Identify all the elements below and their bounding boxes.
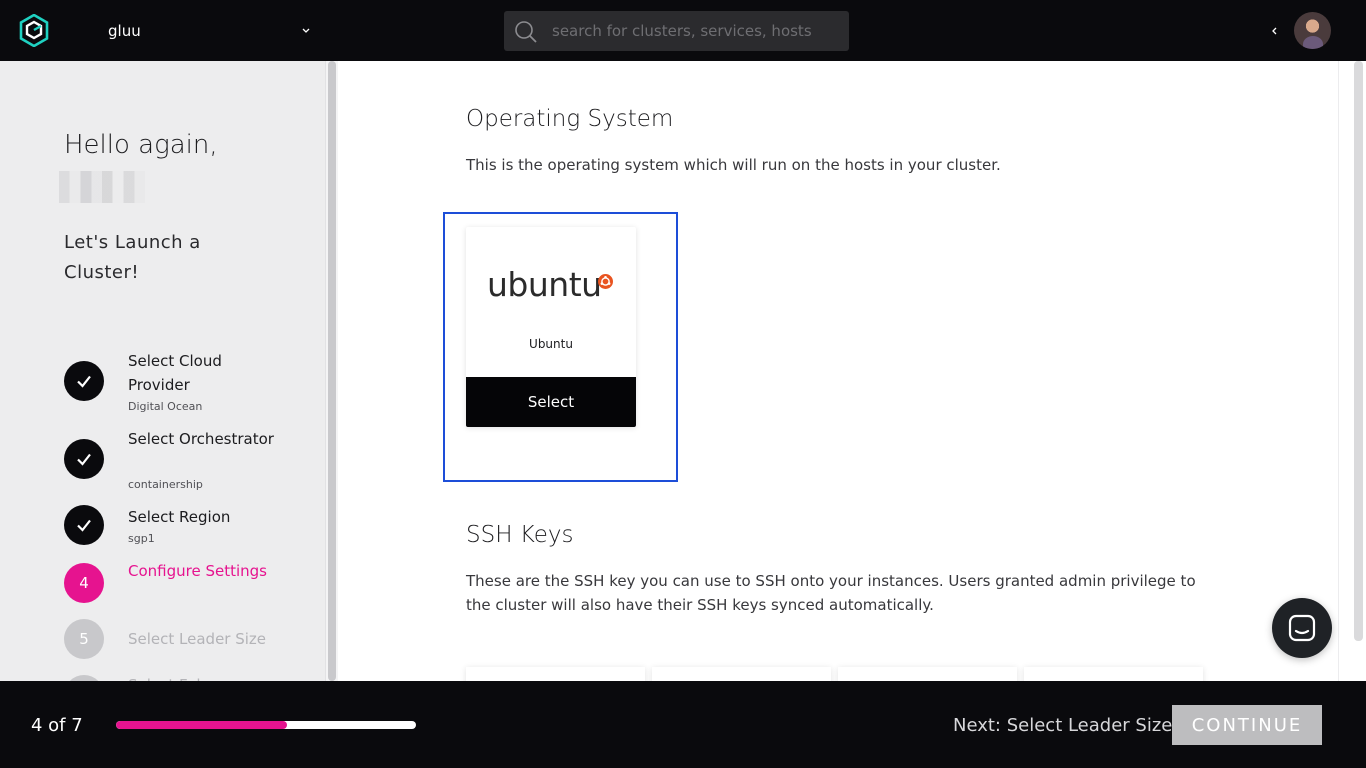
search-input[interactable] [552, 11, 842, 51]
chat-icon [1288, 614, 1316, 642]
wizard-progress-bar [116, 721, 416, 729]
step-subtitle: Digital Ocean [128, 400, 203, 413]
step-title: Select Cloud Provider [128, 352, 222, 394]
step-title: Configure Settings [128, 562, 267, 580]
ssh-key-card[interactable] [1024, 667, 1203, 681]
ssh-key-card[interactable] [466, 667, 645, 681]
os-option-card-ubuntu[interactable]: ubuntu Ubuntu Select [466, 227, 636, 427]
select-ubuntu-button[interactable]: Select [466, 377, 636, 427]
search-bar[interactable] [504, 11, 849, 51]
organization-name[interactable]: gluu [108, 22, 141, 40]
ssh-section-heading: SSH Keys [466, 522, 574, 548]
sidebar-scrollbar-thumb[interactable] [328, 61, 336, 681]
page-scrollbar-thumb[interactable] [1354, 61, 1363, 641]
main-scrollbar-track[interactable] [1338, 61, 1352, 681]
step-title: Select Leader Size [128, 630, 267, 648]
ubuntu-circle-of-friends-icon [598, 274, 613, 289]
step-subtitle: containership [128, 478, 203, 491]
checkmark-icon [64, 361, 104, 401]
containership-logo-icon[interactable] [19, 14, 49, 47]
step-title: Select Region [128, 508, 231, 526]
ssh-section-description: These are the SSH key you can use to SSH… [466, 572, 1196, 614]
top-navigation-bar: gluu [0, 0, 1366, 61]
chevron-left-icon[interactable] [1269, 25, 1279, 37]
step-subtitle: sgp1 [128, 532, 155, 545]
checkmark-icon [64, 505, 104, 545]
search-icon [515, 21, 537, 43]
wizard-footer: 4 of 7 Next: Select Leader Size CONTINUE [0, 681, 1366, 768]
chat-support-button[interactable] [1272, 598, 1332, 658]
user-avatar[interactable] [1294, 12, 1331, 49]
ssh-key-card[interactable] [652, 667, 831, 681]
redacted-user-name [59, 171, 145, 203]
chevron-down-icon[interactable] [300, 24, 312, 36]
ssh-key-card[interactable] [838, 667, 1017, 681]
continue-button[interactable]: CONTINUE [1172, 705, 1322, 745]
step-title: Select Orchestrator [128, 430, 274, 448]
os-option-name: Ubuntu [529, 337, 573, 351]
greeting-heading: Hello again, [64, 130, 218, 160]
step-counter: 4 of 7 [31, 715, 83, 736]
sidebar-scrollbar[interactable] [325, 61, 338, 681]
step-number-badge: 4 [64, 563, 104, 603]
checkmark-icon [64, 439, 104, 479]
os-section-heading: Operating System [466, 106, 674, 132]
ubuntu-logo-wordmark: ubuntu [487, 265, 602, 304]
next-step-label: Next: Select Leader Size [953, 715, 1173, 736]
step-number-badge: 5 [64, 619, 104, 659]
main-content: Operating System This is the operating s… [338, 61, 1338, 681]
os-section-description: This is the operating system which will … [466, 156, 1001, 174]
wizard-progress-fill [116, 721, 287, 729]
sidebar-subtitle: Let's Launch a Cluster! [64, 232, 201, 283]
